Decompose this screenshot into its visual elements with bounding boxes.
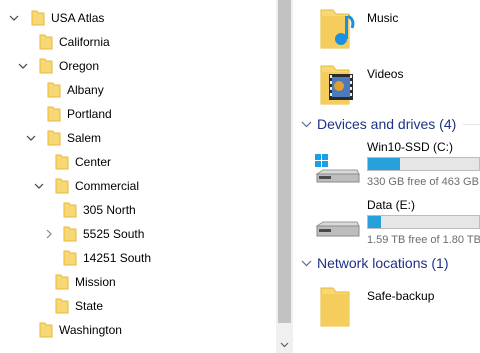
tree-item-label: Salem: [67, 131, 102, 145]
scroll-down-arrow-icon[interactable]: [280, 338, 289, 348]
music-folder-icon: [319, 6, 359, 53]
tree-item-label: 305 North: [83, 203, 136, 217]
tree-item-washington[interactable]: Washington: [0, 318, 276, 342]
tree-item-label: USA Atlas: [51, 11, 105, 25]
folder-icon: [31, 10, 45, 26]
folder-name: Videos: [367, 67, 404, 81]
drive-e[interactable]: Data (E:) 1.59 TB free of 1.80 TB: [293, 198, 480, 250]
folder-icon: [47, 82, 61, 98]
folder-name: Music: [367, 11, 399, 25]
chevron-down-icon[interactable]: [33, 180, 45, 192]
tree-item-label: California: [59, 35, 110, 49]
group-title: Network locations (1): [317, 255, 449, 271]
folder-icon: [63, 202, 77, 218]
folder-icon: [55, 274, 69, 290]
navigation-tree: USA Atlas California Oregon Albany Portl…: [0, 0, 276, 353]
videos-folder-icon: [319, 62, 359, 109]
tree-item-label: Mission: [75, 275, 116, 289]
folder-name: Safe-backup: [367, 289, 435, 303]
tree-scrollbar[interactable]: [276, 0, 293, 353]
chevron-down-icon[interactable]: [17, 60, 29, 72]
drive-icon: [315, 204, 361, 247]
tree-item-305-north[interactable]: 305 North: [0, 198, 276, 222]
network-group-header[interactable]: Network locations (1): [293, 253, 480, 273]
drive-usage-bar: [367, 157, 480, 171]
devices-group-header[interactable]: Devices and drives (4): [293, 114, 480, 134]
tree-item-label: Commercial: [75, 179, 140, 193]
drive-c[interactable]: Win10-SSD (C:) 330 GB free of 463 GB: [293, 140, 480, 192]
windows-drive-icon: [315, 146, 361, 189]
tree-item-label: Oregon: [59, 59, 100, 73]
drive-free-space: 1.59 TB free of 1.80 TB: [367, 234, 480, 246]
folder-icon: [47, 106, 61, 122]
chevron-down-icon[interactable]: [301, 119, 312, 130]
folder-icon: [63, 250, 77, 266]
folder-icon: [55, 298, 69, 314]
drive-usage-bar: [367, 215, 480, 229]
chevron-down-icon[interactable]: [8, 12, 20, 24]
tree-item-label: Albany: [67, 83, 104, 97]
tree-item-salem[interactable]: Salem: [0, 126, 276, 150]
folder-icon: [55, 178, 69, 194]
tree-item-14251-south[interactable]: 14251 South: [0, 246, 276, 270]
music-folder[interactable]: Music: [293, 2, 480, 54]
content-pane: Music Videos Devices and drives (4) Win1…: [293, 0, 480, 353]
group-title: Devices and drives (4): [317, 116, 457, 132]
folder-icon: [39, 322, 53, 338]
tree-item-commercial[interactable]: Commercial: [0, 174, 276, 198]
drive-usage-fill: [368, 158, 400, 170]
drive-name: Data (E:): [367, 198, 416, 212]
folder-icon: [55, 154, 69, 170]
scrollbar-thumb[interactable]: [278, 0, 291, 323]
tree-item-center[interactable]: Center: [0, 150, 276, 174]
tree-item-oregon[interactable]: Oregon: [0, 54, 276, 78]
chevron-down-icon[interactable]: [301, 258, 312, 269]
folder-icon: [39, 34, 53, 50]
tree-item-portland[interactable]: Portland: [0, 102, 276, 126]
drive-free-space: 330 GB free of 463 GB: [367, 176, 479, 188]
tree-item-label: 14251 South: [83, 251, 152, 265]
tree-item-label: 5525 South: [83, 227, 145, 241]
drive-name: Win10-SSD (C:): [367, 140, 454, 154]
tree-item-california[interactable]: California: [0, 30, 276, 54]
tree-item-5525-south[interactable]: 5525 South: [0, 222, 276, 246]
tree-item-label: Portland: [67, 107, 112, 121]
tree-item-albany[interactable]: Albany: [0, 78, 276, 102]
chevron-right-icon[interactable]: [43, 228, 55, 240]
tree-item-mission[interactable]: Mission: [0, 270, 276, 294]
tree-item-state[interactable]: State: [0, 294, 276, 318]
folder-icon: [63, 226, 77, 242]
safe-backup-folder[interactable]: Safe-backup: [293, 280, 480, 332]
tree-item-usa-atlas[interactable]: USA Atlas: [0, 6, 276, 30]
tree-item-label: Washington: [59, 323, 122, 337]
drive-usage-fill: [368, 216, 381, 228]
folder-icon: [47, 130, 61, 146]
group-divider: [463, 124, 480, 125]
folder-icon: [39, 58, 53, 74]
videos-folder[interactable]: Videos: [293, 58, 480, 110]
tree-item-label: Center: [75, 155, 112, 169]
network-folder-icon: [319, 284, 359, 331]
tree-item-label: State: [75, 299, 104, 313]
chevron-down-icon[interactable]: [25, 132, 37, 144]
